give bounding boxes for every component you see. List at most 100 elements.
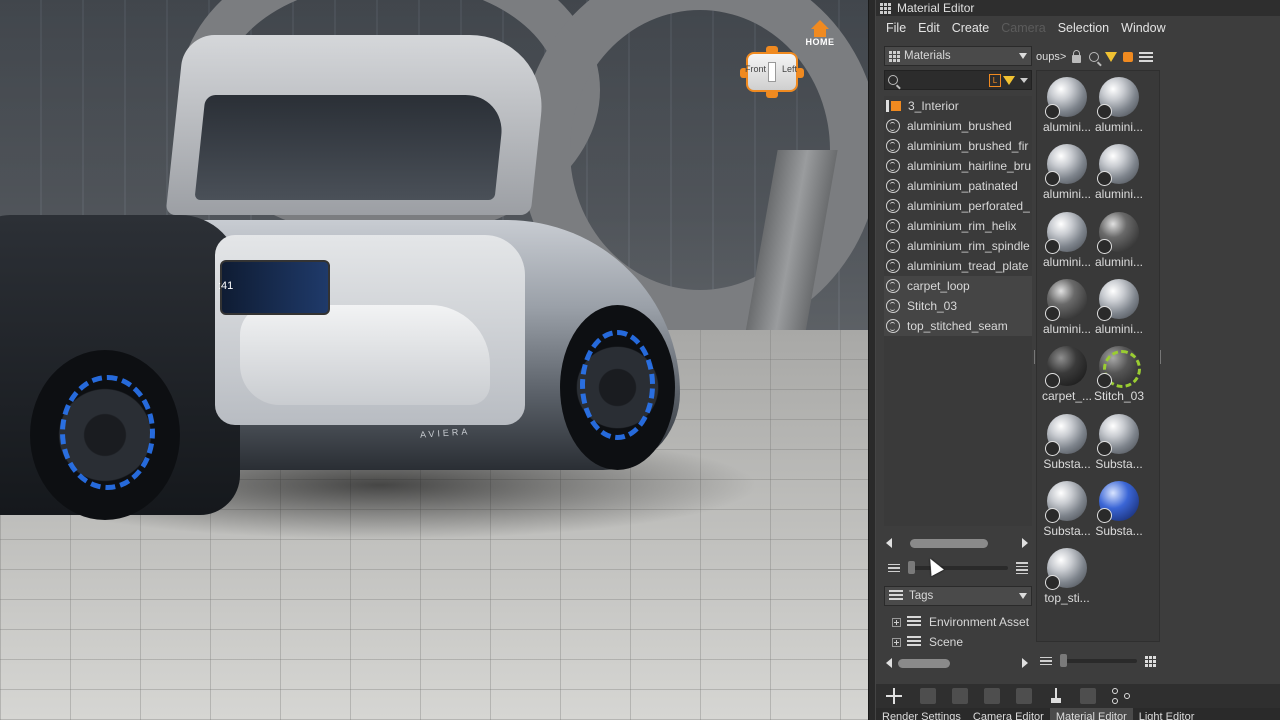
material-thumbnail[interactable]: alumini... xyxy=(1093,144,1145,201)
menu-file[interactable]: File xyxy=(886,21,906,35)
scroll-track[interactable] xyxy=(898,658,1016,668)
disabled-tool-icon xyxy=(1016,688,1032,704)
material-thumbnail[interactable]: carpet_... xyxy=(1041,346,1093,403)
material-thumbnail[interactable]: alumini... xyxy=(1041,144,1093,201)
material-icon xyxy=(886,139,900,153)
tree-zoom-slider[interactable] xyxy=(908,561,1008,574)
slider-knob[interactable] xyxy=(1060,654,1067,667)
scroll-thumb[interactable] xyxy=(910,539,988,548)
navcube-edge[interactable] xyxy=(768,62,776,82)
tab-light-editor[interactable]: Light Editor xyxy=(1133,708,1201,720)
navcube-arrow-top[interactable] xyxy=(766,46,778,54)
material-thumbnail[interactable]: alumini... xyxy=(1041,211,1093,269)
scroll-left-icon[interactable] xyxy=(886,658,892,668)
scroll-left-icon[interactable] xyxy=(886,538,892,548)
tag-item[interactable]: Scene xyxy=(884,632,1032,652)
filter-icon[interactable] xyxy=(1105,52,1117,62)
menu-window[interactable]: Window xyxy=(1121,21,1165,35)
navcube-arrow-right[interactable] xyxy=(796,68,804,78)
tree-item[interactable]: aluminium_brushed xyxy=(884,116,1032,136)
tree-item[interactable]: carpet_loop xyxy=(884,276,1032,296)
material-thumbnail[interactable]: alumini... xyxy=(1093,77,1145,134)
material-thumbnail[interactable]: top_sti... xyxy=(1041,548,1093,605)
navcube-arrow-bottom[interactable] xyxy=(766,90,778,98)
list-view-icon[interactable] xyxy=(1040,656,1052,666)
tag-item[interactable]: Environment Asset xyxy=(884,612,1032,632)
dashboard-time: :41 xyxy=(218,280,234,292)
tag-label: Scene xyxy=(929,635,964,649)
material-thumbnail[interactable]: Substa... xyxy=(1041,480,1093,538)
material-thumbnail[interactable]: Substa... xyxy=(1093,413,1145,471)
scroll-right-icon[interactable] xyxy=(1022,538,1028,548)
expand-icon[interactable] xyxy=(892,617,901,627)
tree-group-row[interactable]: 3_Interior xyxy=(884,96,1032,116)
tree-item[interactable]: aluminium_perforated_ xyxy=(884,196,1032,216)
menu-edit[interactable]: Edit xyxy=(918,21,940,35)
search-input[interactable] xyxy=(902,74,992,86)
sort-icon[interactable]: L xyxy=(989,74,1001,87)
material-tree[interactable]: 3_Interior aluminium_brushed aluminium_b… xyxy=(884,96,1032,526)
detail-view-icon[interactable] xyxy=(1016,562,1028,574)
tree-item[interactable]: aluminium_hairline_bru xyxy=(884,156,1032,176)
tab-material-editor[interactable]: Material Editor xyxy=(1049,708,1133,720)
tree-item[interactable]: aluminium_rim_helix xyxy=(884,216,1032,236)
search-icon[interactable] xyxy=(1089,52,1099,62)
tags-dropdown[interactable]: Tags xyxy=(884,586,1032,606)
material-thumbnail-grid[interactable]: alumini... alumini... alumini... alumini...… xyxy=(1036,70,1160,642)
material-thumbnail[interactable]: Stitch_03 xyxy=(1093,346,1145,403)
tab-camera-editor[interactable]: Camera Editor xyxy=(967,708,1050,720)
tree-item[interactable]: aluminium_brushed_fir xyxy=(884,136,1032,156)
material-thumbnail[interactable]: alumini... xyxy=(1041,77,1093,134)
menu-create[interactable]: Create xyxy=(952,21,990,35)
tree-item[interactable]: top_stitched_seam xyxy=(884,316,1032,336)
list-view-icon[interactable] xyxy=(888,563,900,573)
tree-hscrollbar[interactable] xyxy=(886,536,1028,550)
rear-wheel-light xyxy=(580,330,655,440)
splitter-handle[interactable] xyxy=(1160,350,1161,364)
material-thumbnail[interactable]: alumini... xyxy=(1093,278,1145,336)
tree-item-label: aluminium_tread_plate xyxy=(907,259,1029,273)
menu-selection[interactable]: Selection xyxy=(1058,21,1109,35)
material-icon xyxy=(886,299,900,313)
material-thumbnail[interactable]: Substa... xyxy=(1041,413,1093,471)
scroll-track[interactable] xyxy=(898,538,1016,548)
material-thumbnail[interactable]: alumini... xyxy=(1041,278,1093,336)
tag-icon xyxy=(907,616,923,628)
thumbnail-view-icon[interactable] xyxy=(1145,655,1156,667)
tree-item[interactable]: aluminium_rim_spindle xyxy=(884,236,1032,256)
splitter-handle[interactable] xyxy=(1034,350,1035,364)
filter-icon[interactable] xyxy=(1003,76,1015,85)
home-icon-base xyxy=(814,29,826,37)
3d-viewport[interactable]: :41 AVIERA HOME Front Left xyxy=(0,0,868,720)
lock-icon[interactable] xyxy=(1072,50,1081,63)
tree-item[interactable]: aluminium_patinated xyxy=(884,176,1032,196)
navigation-cube[interactable]: Front Left xyxy=(740,44,804,100)
add-icon[interactable] xyxy=(886,688,902,704)
material-thumbnail[interactable]: Substa... xyxy=(1093,480,1145,538)
tree-item-label: Stitch_03 xyxy=(907,299,958,313)
tab-render-settings[interactable]: Render Settings xyxy=(876,708,967,720)
scroll-thumb[interactable] xyxy=(898,659,950,668)
slider-knob[interactable] xyxy=(908,561,915,574)
library-dropdown[interactable]: Materials xyxy=(884,46,1032,66)
tree-item[interactable]: aluminium_tread_plate xyxy=(884,256,1032,276)
home-button[interactable]: HOME xyxy=(802,20,838,47)
tags-hscrollbar[interactable] xyxy=(886,656,1028,670)
grid-breadcrumb[interactable]: oups> xyxy=(1036,51,1068,63)
tag-icon[interactable] xyxy=(1139,52,1153,62)
tree-item[interactable]: Stitch_03 xyxy=(884,296,1032,316)
panel-splitter[interactable] xyxy=(868,0,876,720)
material-thumbnail[interactable]: alumini... xyxy=(1093,211,1145,269)
apply-material-icon[interactable] xyxy=(1048,688,1064,704)
material-preview-sphere xyxy=(1045,346,1087,389)
group-icon[interactable] xyxy=(1123,52,1133,62)
grid-zoom-slider[interactable] xyxy=(1060,654,1137,667)
material-preview-sphere xyxy=(1045,77,1087,119)
expand-icon[interactable] xyxy=(892,637,901,647)
disabled-tool-icon xyxy=(984,688,1000,704)
door-glass xyxy=(194,95,506,200)
node-graph-icon[interactable] xyxy=(1112,688,1134,704)
filter-dropdown-icon[interactable] xyxy=(1020,78,1028,83)
scroll-right-icon[interactable] xyxy=(1022,658,1028,668)
editor-titlebar[interactable]: Material Editor xyxy=(876,0,1280,16)
